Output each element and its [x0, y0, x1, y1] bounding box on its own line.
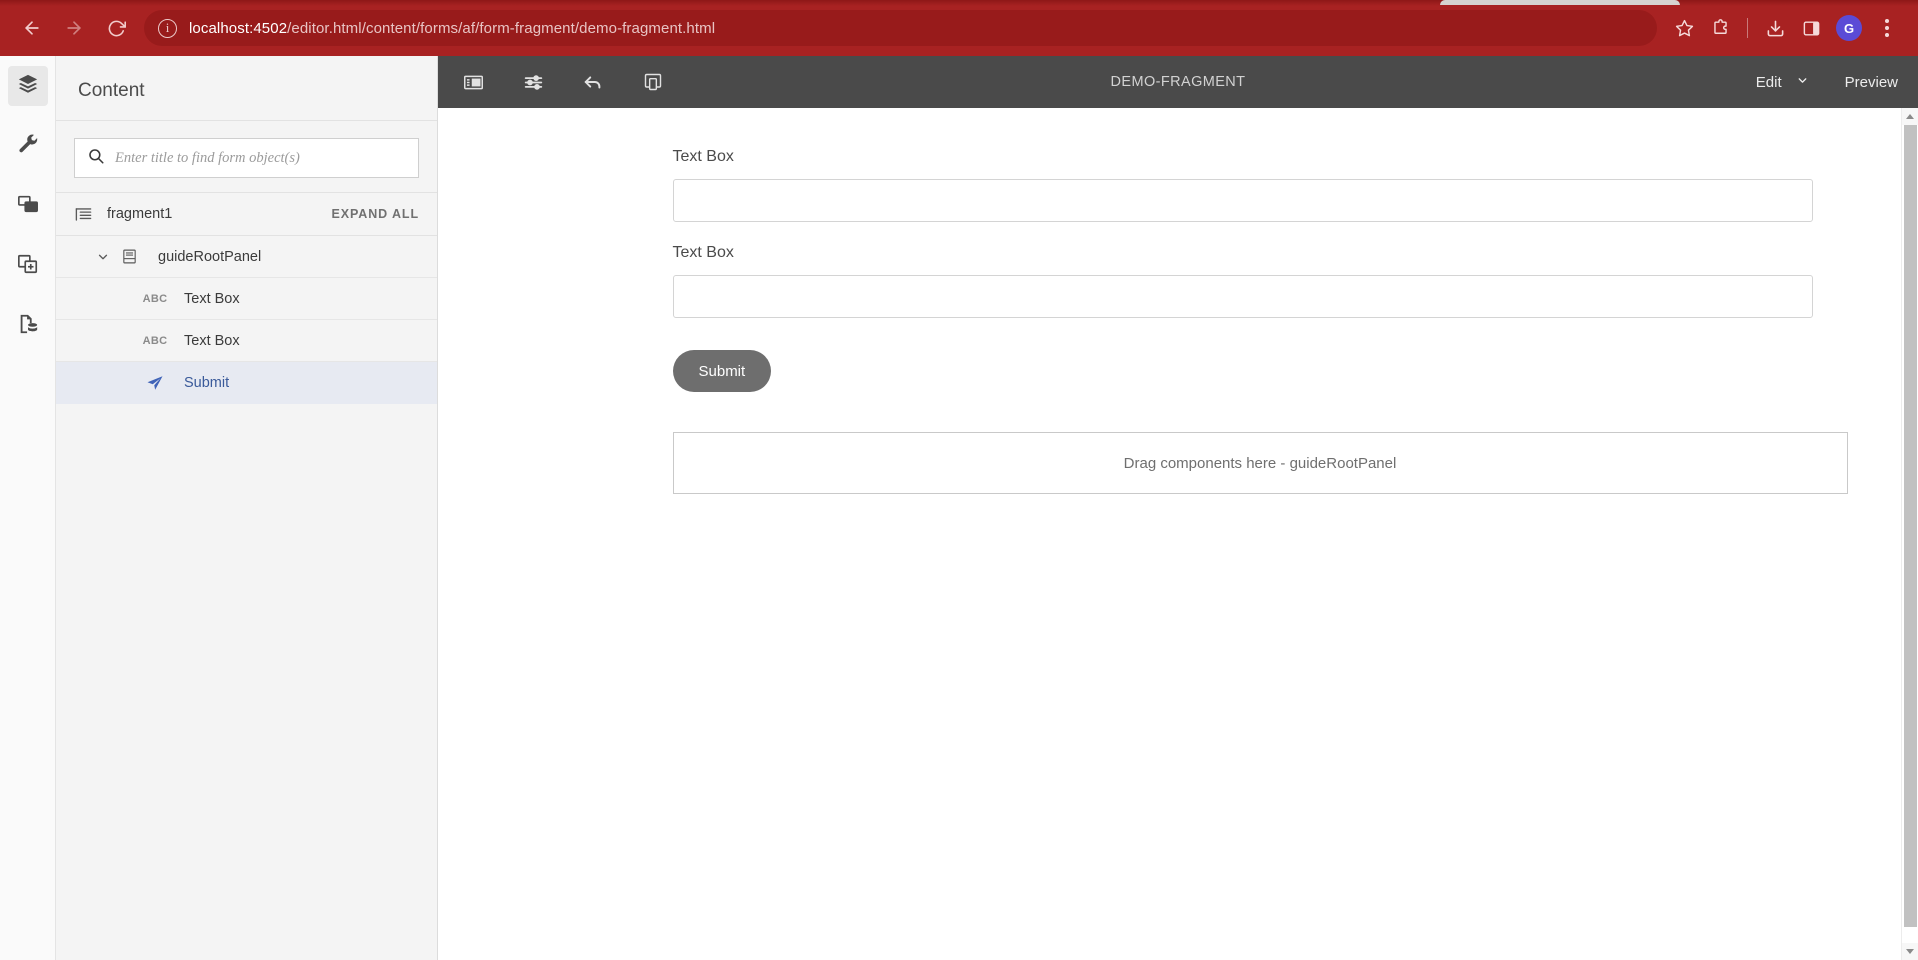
tree-item-label: guideRootPanel [158, 248, 262, 265]
rail-item-add-component[interactable] [8, 246, 48, 286]
preview-button[interactable]: Preview [1845, 74, 1898, 91]
field-label: Text Box [672, 244, 734, 261]
submit-button[interactable]: Submit [672, 350, 772, 392]
edit-mode-dropdown[interactable]: Edit [1756, 74, 1809, 91]
form-canvas: Text Box Text Box Submit Drag components… [438, 108, 1901, 960]
toolbar-divider [1747, 18, 1748, 38]
browser-chrome: i localhost:4502/editor.html/content/for… [0, 0, 1918, 56]
form-field-textbox-1: Text Box [672, 148, 1813, 222]
search-wrapper: Enter title to find form object(s) [56, 121, 437, 192]
reload-icon[interactable] [98, 10, 134, 46]
download-icon[interactable] [1758, 11, 1792, 45]
layers-icon [17, 73, 39, 100]
url-host: localhost:4502 [189, 19, 288, 37]
search-icon [87, 147, 115, 170]
editor-tool-group [458, 67, 668, 97]
editor-toolbar: DEMO-FRAGMENT Edit Preview [438, 56, 1918, 108]
search-input[interactable]: Enter title to find form object(s) [74, 138, 419, 178]
canvas-wrapper: Text Box Text Box Submit Drag components… [438, 108, 1918, 960]
vertical-scrollbar[interactable] [1901, 108, 1918, 960]
dropzone-label: Drag components here - guideRootPanel [1123, 454, 1397, 472]
undo-arrow-icon[interactable] [578, 67, 608, 97]
abc-icon: ABC [142, 334, 168, 347]
navigation-buttons [14, 10, 134, 46]
url-path: /editor.html/content/forms/af/form-fragm… [287, 19, 716, 37]
form-field-textbox-2: Text Box [672, 244, 1813, 318]
rail-item-components[interactable] [8, 126, 48, 166]
field-label: Text Box [672, 148, 734, 165]
left-icon-rail [0, 56, 56, 960]
back-arrow-icon[interactable] [14, 10, 50, 46]
tree-item-textbox-2[interactable]: ABC Text Box [56, 320, 437, 362]
form-fragment: Text Box Text Box Submit Drag components… [585, 148, 1848, 494]
abc-icon: ABC [142, 292, 168, 305]
avatar[interactable]: G [1836, 15, 1862, 41]
tree-item-label: Text Box [184, 332, 240, 349]
editor-mode-actions: Edit Preview [1756, 74, 1898, 91]
browser-tab-stub[interactable] [1440, 0, 1680, 5]
textbox-input-2[interactable] [672, 275, 1813, 318]
panel-icon [116, 248, 142, 265]
editor-area: DEMO-FRAGMENT Edit Preview Text Box Text… [438, 56, 1918, 960]
side-panel-toggle-icon[interactable] [458, 67, 488, 97]
scroll-down-arrow-icon[interactable] [1901, 943, 1918, 960]
content-panel: Content Enter title to find form object(… [56, 56, 438, 960]
tree-item-guiderootpanel[interactable]: guideRootPanel [56, 236, 437, 278]
app-body: Content Enter title to find form object(… [0, 56, 1918, 960]
site-info-icon[interactable]: i [158, 18, 177, 38]
send-icon [142, 374, 168, 392]
three-dot-menu-icon[interactable] [1870, 11, 1904, 45]
tree-item-textbox-1[interactable]: ABC Text Box [56, 278, 437, 320]
tree-item-label: Text Box [184, 290, 240, 307]
form-tree-icon [74, 205, 93, 224]
rail-item-content-tree[interactable] [7, 66, 48, 106]
chevron-down-icon[interactable] [90, 250, 116, 264]
search-placeholder: Enter title to find form object(s) [115, 149, 300, 166]
scrollbar-thumb[interactable] [1903, 125, 1917, 927]
side-panel-icon[interactable] [1794, 11, 1828, 45]
expand-all-button[interactable]: EXPAND ALL [332, 207, 419, 221]
chrome-right-actions: G [1667, 11, 1904, 45]
tree-item-label: Submit [184, 374, 230, 391]
chevron-down-icon [1796, 74, 1809, 91]
tree-item-submit[interactable]: Submit [56, 362, 437, 404]
rail-item-content-data[interactable] [8, 306, 48, 346]
rail-item-assets[interactable] [8, 186, 48, 226]
component-dropzone[interactable]: Drag components here - guideRootPanel [672, 432, 1848, 494]
wrench-icon [17, 133, 39, 160]
content-data-icon [17, 313, 39, 340]
extensions-puzzle-icon[interactable] [1703, 11, 1737, 45]
tree-root-label: fragment1 [107, 206, 173, 222]
textbox-input-1[interactable] [672, 179, 1813, 222]
device-emulator-icon[interactable] [638, 67, 668, 97]
add-component-icon [17, 253, 39, 280]
scrollbar-track[interactable] [1903, 125, 1917, 943]
assets-icon [17, 193, 39, 220]
panel-title: Content [56, 56, 437, 121]
sliders-icon[interactable] [518, 67, 548, 97]
scroll-up-arrow-icon[interactable] [1901, 108, 1918, 125]
forward-arrow-icon[interactable] [56, 10, 92, 46]
tree-header: fragment1 EXPAND ALL [56, 192, 437, 236]
url-text: localhost:4502/editor.html/content/forms… [189, 20, 715, 37]
address-bar[interactable]: i localhost:4502/editor.html/content/for… [144, 10, 1657, 46]
star-icon[interactable] [1667, 11, 1701, 45]
edit-mode-label: Edit [1755, 73, 1782, 91]
